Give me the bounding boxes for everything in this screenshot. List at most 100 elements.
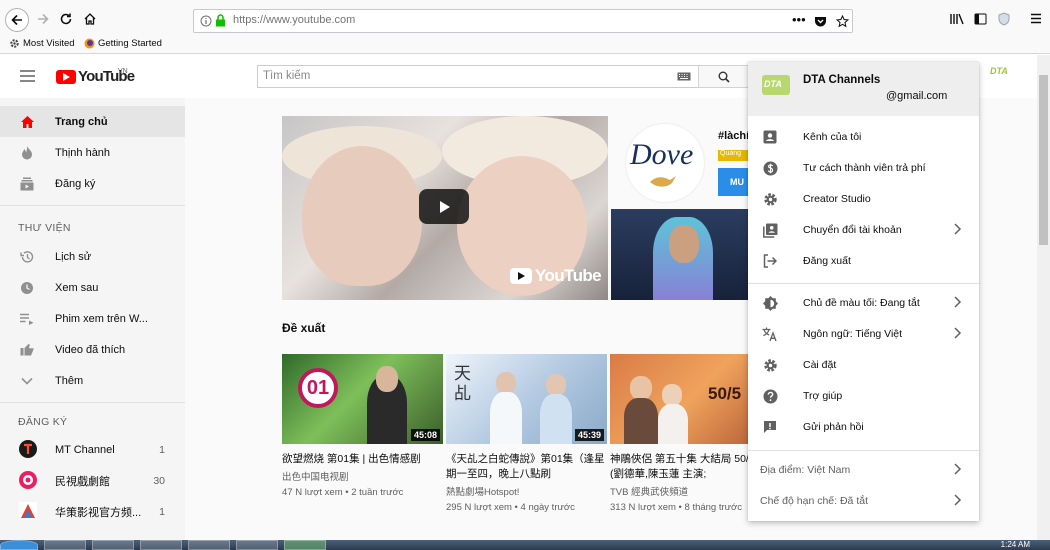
reload-button[interactable]	[55, 8, 77, 30]
hamburger-menu-icon[interactable]	[1030, 13, 1042, 24]
scroll-thumb[interactable]	[1039, 75, 1048, 245]
flame-icon	[18, 144, 36, 162]
sidebar-item-trending[interactable]: Thịnh hành	[0, 137, 185, 168]
sidebar-item-history[interactable]: Lịch sử	[0, 241, 185, 272]
video-card[interactable]: 01 45:08 欲望燃烧 第01集 | 出色情感剧 出色中国电视剧 47 N …	[282, 354, 443, 498]
episode-badge: 01	[298, 368, 338, 408]
taskbar-clock[interactable]: 1:24 AM	[1001, 540, 1030, 549]
channel-name[interactable]: 熱點劇場Hotspot!	[446, 485, 607, 500]
menu-item-creator-studio[interactable]: Creator Studio	[748, 184, 979, 215]
subscription-item[interactable]: 民視戲劇館 30	[0, 465, 185, 496]
sidebar-item-playlist[interactable]: Phim xem trên W...	[0, 303, 185, 334]
sidebar-item-more[interactable]: Thêm	[0, 365, 185, 396]
menu-item-sign-out[interactable]: Đăng xuất	[748, 246, 979, 277]
search-button[interactable]	[698, 65, 750, 88]
ad-video-thumbnail[interactable]	[611, 209, 751, 300]
taskbar-app[interactable]	[236, 540, 278, 550]
guide-menu-icon[interactable]	[20, 70, 35, 82]
play-icon	[440, 200, 450, 213]
account-name: DTA Channels	[803, 74, 881, 86]
info-icon[interactable]	[200, 15, 212, 27]
account-email: @gmail.com	[886, 90, 948, 102]
play-button[interactable]	[419, 189, 469, 224]
taskbar-app[interactable]	[284, 540, 326, 550]
start-button[interactable]	[0, 540, 38, 550]
taskbar-app[interactable]	[44, 540, 86, 550]
sidebar-label: Trang chủ	[55, 115, 108, 128]
unread-count: 30	[153, 474, 165, 487]
video-title[interactable]: 神鵰俠侶 第五十集 大結局 50/50 (劉德華,陳玉蓮 主演;	[610, 452, 771, 482]
video-duration: 45:08	[410, 429, 440, 441]
keyboard-icon[interactable]	[677, 72, 691, 81]
ad-hashtag: #làchí	[718, 130, 750, 142]
video-info: 《天乩之白蛇傳說》第01集（逢星期一至四，晚上八點刷 熱點劇場Hotspot! …	[446, 452, 607, 515]
video-title[interactable]: 《天乩之白蛇傳說》第01集（逢星期一至四，晚上八點刷	[446, 452, 607, 482]
menu-item-paid-memberships[interactable]: Tư cách thành viên trả phí	[748, 153, 979, 184]
back-button[interactable]	[5, 8, 29, 32]
thumbnail-art	[540, 394, 572, 444]
forward-arrow-icon	[38, 13, 49, 25]
search-box[interactable]: Tìm kiếm	[257, 65, 699, 88]
ad-cta-button[interactable]: MU	[718, 168, 748, 196]
home-button[interactable]	[79, 8, 101, 30]
chevron-right-icon	[954, 296, 962, 308]
sidebar-item-liked[interactable]: Video đã thích	[0, 334, 185, 365]
sidebar-item-watch-later[interactable]: Xem sau	[0, 272, 185, 303]
menu-item-feedback[interactable]: Gửi phản hồi	[748, 412, 979, 443]
featured-video[interactable]: YouTube	[282, 116, 608, 300]
video-meta: 313 N lượt xem • 8 tháng trước	[610, 502, 742, 513]
video-card[interactable]: 50/5 神鵰俠侶 第五十集 大結局 50/50 (劉德華,陳玉蓮 主演; TV…	[610, 354, 771, 513]
firefox-logo-icon	[84, 38, 95, 49]
shield-icon[interactable]	[998, 12, 1010, 26]
bookmark-most-visited[interactable]: Most Visited	[9, 38, 75, 49]
bookmark-star-icon[interactable]	[836, 15, 849, 28]
menu-item-settings[interactable]: Cài đặt	[748, 350, 979, 381]
gear-icon	[10, 39, 19, 48]
taskbar-app[interactable]	[188, 540, 230, 550]
taskbar-app[interactable]	[140, 540, 182, 550]
address-bar[interactable]: https://www.youtube.com •••	[193, 9, 853, 33]
bookmark-getting-started[interactable]: Getting Started	[84, 38, 162, 49]
thumbnail-art	[490, 392, 522, 444]
video-thumbnail[interactable]: 50/5	[610, 354, 771, 444]
taskbar-app[interactable]	[92, 540, 134, 550]
account-menu: DTA DTA Channels @gmail.com Kênh của tôi…	[748, 62, 979, 521]
video-thumbnail[interactable]: 01 45:08	[282, 354, 443, 444]
video-meta: 295 N lượt xem • 4 ngày trước	[446, 502, 575, 513]
library-icon[interactable]	[950, 13, 964, 25]
forward-button[interactable]	[32, 8, 54, 30]
channel-avatar	[19, 502, 37, 520]
menu-item-help[interactable]: Trợ giúp	[748, 381, 979, 412]
video-title[interactable]: 欲望燃烧 第01集 | 出色情感剧	[282, 452, 443, 467]
hero-art	[302, 146, 422, 286]
account-avatar[interactable]: DTA	[990, 66, 1014, 82]
menu-item-my-channel[interactable]: Kênh của tôi	[748, 122, 979, 153]
thumbs-up-icon	[18, 341, 36, 359]
menu-item-restricted-mode[interactable]: Chế độ hạn chế: Đã tắt	[748, 486, 979, 517]
video-thumbnail[interactable]: 天乩 45:39	[446, 354, 607, 444]
channel-name[interactable]: TVB 經典武俠頻道	[610, 485, 771, 500]
page-actions-icon[interactable]: •••	[792, 12, 806, 27]
pocket-icon[interactable]	[814, 15, 827, 28]
dark-theme-icon	[761, 294, 779, 312]
menu-label: Địa điểm: Việt Nam	[760, 464, 851, 476]
subscription-item[interactable]: 华策影视官方频... 1	[0, 496, 185, 527]
video-meta: 47 N lượt xem • 2 tuần trước	[282, 487, 404, 498]
sidebar-item-home[interactable]: Trang chủ	[0, 106, 185, 137]
page-scrollbar[interactable]	[1037, 55, 1050, 540]
library-heading: THƯ VIỆN	[18, 222, 71, 234]
menu-item-language[interactable]: Ngôn ngữ: Tiếng Việt	[748, 319, 979, 350]
search-input[interactable]: Tìm kiếm	[263, 70, 310, 82]
sidebar-divider	[0, 205, 185, 206]
subscription-item[interactable]: MT Channel 1	[0, 434, 185, 465]
sidebar-item-subscriptions[interactable]: Đăng ký	[0, 168, 185, 199]
video-card[interactable]: 天乩 45:39 《天乩之白蛇傳說》第01集（逢星期一至四，晚上八點刷 熱點劇場…	[446, 354, 607, 513]
menu-item-dark-theme[interactable]: Chủ đề màu tối: Đang tắt	[748, 288, 979, 319]
menu-item-location[interactable]: Địa điểm: Việt Nam	[748, 455, 979, 486]
menu-item-switch-account[interactable]: Chuyển đổi tài khoản	[748, 215, 979, 246]
thumbnail-art	[376, 366, 398, 392]
history-icon	[18, 248, 36, 266]
sidebar-toggle-icon[interactable]	[974, 13, 987, 25]
feedback-icon	[761, 418, 779, 436]
channel-name[interactable]: 出色中国电视剧	[282, 470, 443, 485]
